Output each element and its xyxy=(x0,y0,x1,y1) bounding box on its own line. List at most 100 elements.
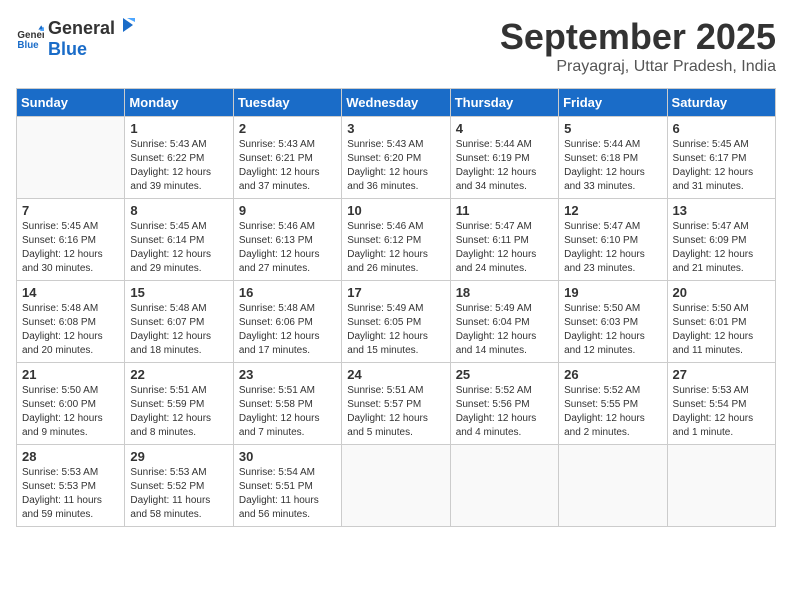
day-info: Sunrise: 5:54 AM Sunset: 5:51 PM Dayligh… xyxy=(239,466,336,522)
logo-general: General xyxy=(48,18,115,39)
day-number: 29 xyxy=(130,449,227,464)
calendar-cell: 11 Sunrise: 5:47 AM Sunset: 6:11 PM Dayli… xyxy=(450,199,558,281)
month-title: September 2025 xyxy=(500,16,776,58)
day-info: Sunrise: 5:51 AM Sunset: 5:58 PM Dayligh… xyxy=(239,384,336,440)
logo-icon: General Blue xyxy=(16,24,44,52)
header-wednesday: Wednesday xyxy=(342,89,450,117)
day-number: 20 xyxy=(673,285,770,300)
day-number: 6 xyxy=(673,121,770,136)
day-info: Sunrise: 5:48 AM Sunset: 6:07 PM Dayligh… xyxy=(130,302,227,358)
day-info: Sunrise: 5:52 AM Sunset: 5:55 PM Dayligh… xyxy=(564,384,661,440)
day-info: Sunrise: 5:48 AM Sunset: 6:08 PM Dayligh… xyxy=(22,302,119,358)
day-number: 17 xyxy=(347,285,444,300)
day-info: Sunrise: 5:50 AM Sunset: 6:03 PM Dayligh… xyxy=(564,302,661,358)
calendar-cell: 30Sunrise: 5:54 AM Sunset: 5:51 PM Dayli… xyxy=(233,445,341,527)
calendar-header-row: SundayMondayTuesdayWednesdayThursdayFrid… xyxy=(17,89,776,117)
calendar-cell: 16Sunrise: 5:48 AM Sunset: 6:06 PM Dayli… xyxy=(233,281,341,363)
day-info: Sunrise: 5:44 AM Sunset: 6:19 PM Dayligh… xyxy=(456,138,553,194)
calendar-cell: 2 Sunrise: 5:43 AM Sunset: 6:21 PM Daylig… xyxy=(233,117,341,199)
day-info: Sunrise: 5:47 AM Sunset: 6:11 PM Dayligh… xyxy=(456,220,553,276)
day-number: 21 xyxy=(22,367,119,382)
logo: General Blue General Blue xyxy=(16,16,137,60)
day-number: 12 xyxy=(564,203,661,218)
day-number: 7 xyxy=(22,203,119,218)
day-number: 27 xyxy=(673,367,770,382)
calendar-cell: 19Sunrise: 5:50 AM Sunset: 6:03 PM Dayli… xyxy=(559,281,667,363)
calendar-cell: 18Sunrise: 5:49 AM Sunset: 6:04 PM Dayli… xyxy=(450,281,558,363)
calendar-cell: 13 Sunrise: 5:47 AM Sunset: 6:09 PM Dayli… xyxy=(667,199,775,281)
day-number: 8 xyxy=(130,203,227,218)
calendar-cell: 4 Sunrise: 5:44 AM Sunset: 6:19 PM Daylig… xyxy=(450,117,558,199)
day-info: Sunrise: 5:53 AM Sunset: 5:53 PM Dayligh… xyxy=(22,466,119,522)
day-number: 3 xyxy=(347,121,444,136)
header-sunday: Sunday xyxy=(17,89,125,117)
day-info: Sunrise: 5:43 AM Sunset: 6:20 PM Dayligh… xyxy=(347,138,444,194)
calendar: SundayMondayTuesdayWednesdayThursdayFrid… xyxy=(16,88,776,527)
calendar-cell: 14 Sunrise: 5:48 AM Sunset: 6:08 PM Dayli… xyxy=(17,281,125,363)
calendar-week-row: 7 Sunrise: 5:45 AM Sunset: 6:16 PM Daylig… xyxy=(17,199,776,281)
calendar-cell: 27 Sunrise: 5:53 AM Sunset: 5:54 PM Dayli… xyxy=(667,363,775,445)
calendar-cell: 20 Sunrise: 5:50 AM Sunset: 6:01 PM Dayli… xyxy=(667,281,775,363)
calendar-cell: 23 Sunrise: 5:51 AM Sunset: 5:58 PM Dayli… xyxy=(233,363,341,445)
day-number: 25 xyxy=(456,367,553,382)
calendar-cell: 22Sunrise: 5:51 AM Sunset: 5:59 PM Dayli… xyxy=(125,363,233,445)
day-number: 11 xyxy=(456,203,553,218)
calendar-cell: 3 Sunrise: 5:43 AM Sunset: 6:20 PM Daylig… xyxy=(342,117,450,199)
day-info: Sunrise: 5:45 AM Sunset: 6:14 PM Dayligh… xyxy=(130,220,227,276)
calendar-cell: 25 Sunrise: 5:52 AM Sunset: 5:56 PM Dayli… xyxy=(450,363,558,445)
day-info: Sunrise: 5:43 AM Sunset: 6:21 PM Dayligh… xyxy=(239,138,336,194)
day-info: Sunrise: 5:45 AM Sunset: 6:17 PM Dayligh… xyxy=(673,138,770,194)
calendar-cell: 9 Sunrise: 5:46 AM Sunset: 6:13 PM Daylig… xyxy=(233,199,341,281)
header-thursday: Thursday xyxy=(450,89,558,117)
day-number: 9 xyxy=(239,203,336,218)
day-info: Sunrise: 5:50 AM Sunset: 6:01 PM Dayligh… xyxy=(673,302,770,358)
day-info: Sunrise: 5:47 AM Sunset: 6:10 PM Dayligh… xyxy=(564,220,661,276)
calendar-cell: 24Sunrise: 5:51 AM Sunset: 5:57 PM Dayli… xyxy=(342,363,450,445)
day-number: 13 xyxy=(673,203,770,218)
day-number: 28 xyxy=(22,449,119,464)
subtitle: Prayagraj, Uttar Pradesh, India xyxy=(500,58,776,76)
day-number: 10 xyxy=(347,203,444,218)
day-number: 1 xyxy=(130,121,227,136)
header-tuesday: Tuesday xyxy=(233,89,341,117)
day-info: Sunrise: 5:44 AM Sunset: 6:18 PM Dayligh… xyxy=(564,138,661,194)
header-saturday: Saturday xyxy=(667,89,775,117)
day-number: 23 xyxy=(239,367,336,382)
day-number: 4 xyxy=(456,121,553,136)
day-info: Sunrise: 5:49 AM Sunset: 6:05 PM Dayligh… xyxy=(347,302,444,358)
day-info: Sunrise: 5:46 AM Sunset: 6:12 PM Dayligh… xyxy=(347,220,444,276)
day-info: Sunrise: 5:53 AM Sunset: 5:54 PM Dayligh… xyxy=(673,384,770,440)
calendar-cell: 10 Sunrise: 5:46 AM Sunset: 6:12 PM Dayli… xyxy=(342,199,450,281)
calendar-week-row: 14 Sunrise: 5:48 AM Sunset: 6:08 PM Dayli… xyxy=(17,281,776,363)
day-info: Sunrise: 5:52 AM Sunset: 5:56 PM Dayligh… xyxy=(456,384,553,440)
calendar-cell: 8 Sunrise: 5:45 AM Sunset: 6:14 PM Daylig… xyxy=(125,199,233,281)
day-number: 16 xyxy=(239,285,336,300)
day-info: Sunrise: 5:50 AM Sunset: 6:00 PM Dayligh… xyxy=(22,384,119,440)
calendar-cell xyxy=(450,445,558,527)
calendar-week-row: 21 Sunrise: 5:50 AM Sunset: 6:00 PM Dayli… xyxy=(17,363,776,445)
day-info: Sunrise: 5:45 AM Sunset: 6:16 PM Dayligh… xyxy=(22,220,119,276)
calendar-cell: 7 Sunrise: 5:45 AM Sunset: 6:16 PM Daylig… xyxy=(17,199,125,281)
title-area: September 2025 Prayagraj, Uttar Pradesh,… xyxy=(500,16,776,76)
day-number: 2 xyxy=(239,121,336,136)
day-info: Sunrise: 5:51 AM Sunset: 5:57 PM Dayligh… xyxy=(347,384,444,440)
day-info: Sunrise: 5:46 AM Sunset: 6:13 PM Dayligh… xyxy=(239,220,336,276)
header-monday: Monday xyxy=(125,89,233,117)
calendar-cell: 21 Sunrise: 5:50 AM Sunset: 6:00 PM Dayli… xyxy=(17,363,125,445)
logo-blue: Blue xyxy=(48,39,87,59)
day-info: Sunrise: 5:43 AM Sunset: 6:22 PM Dayligh… xyxy=(130,138,227,194)
calendar-week-row: 1 Sunrise: 5:43 AM Sunset: 6:22 PM Daylig… xyxy=(17,117,776,199)
day-number: 26 xyxy=(564,367,661,382)
calendar-cell: 6 Sunrise: 5:45 AM Sunset: 6:17 PM Daylig… xyxy=(667,117,775,199)
calendar-cell xyxy=(667,445,775,527)
day-number: 18 xyxy=(456,285,553,300)
calendar-cell: 5Sunrise: 5:44 AM Sunset: 6:18 PM Daylig… xyxy=(559,117,667,199)
header-friday: Friday xyxy=(559,89,667,117)
calendar-cell: 17 Sunrise: 5:49 AM Sunset: 6:05 PM Dayli… xyxy=(342,281,450,363)
day-info: Sunrise: 5:47 AM Sunset: 6:09 PM Dayligh… xyxy=(673,220,770,276)
day-number: 14 xyxy=(22,285,119,300)
header: General Blue General Blue September 2025… xyxy=(16,16,776,76)
svg-text:Blue: Blue xyxy=(17,40,39,51)
calendar-cell: 28 Sunrise: 5:53 AM Sunset: 5:53 PM Dayli… xyxy=(17,445,125,527)
calendar-cell xyxy=(559,445,667,527)
